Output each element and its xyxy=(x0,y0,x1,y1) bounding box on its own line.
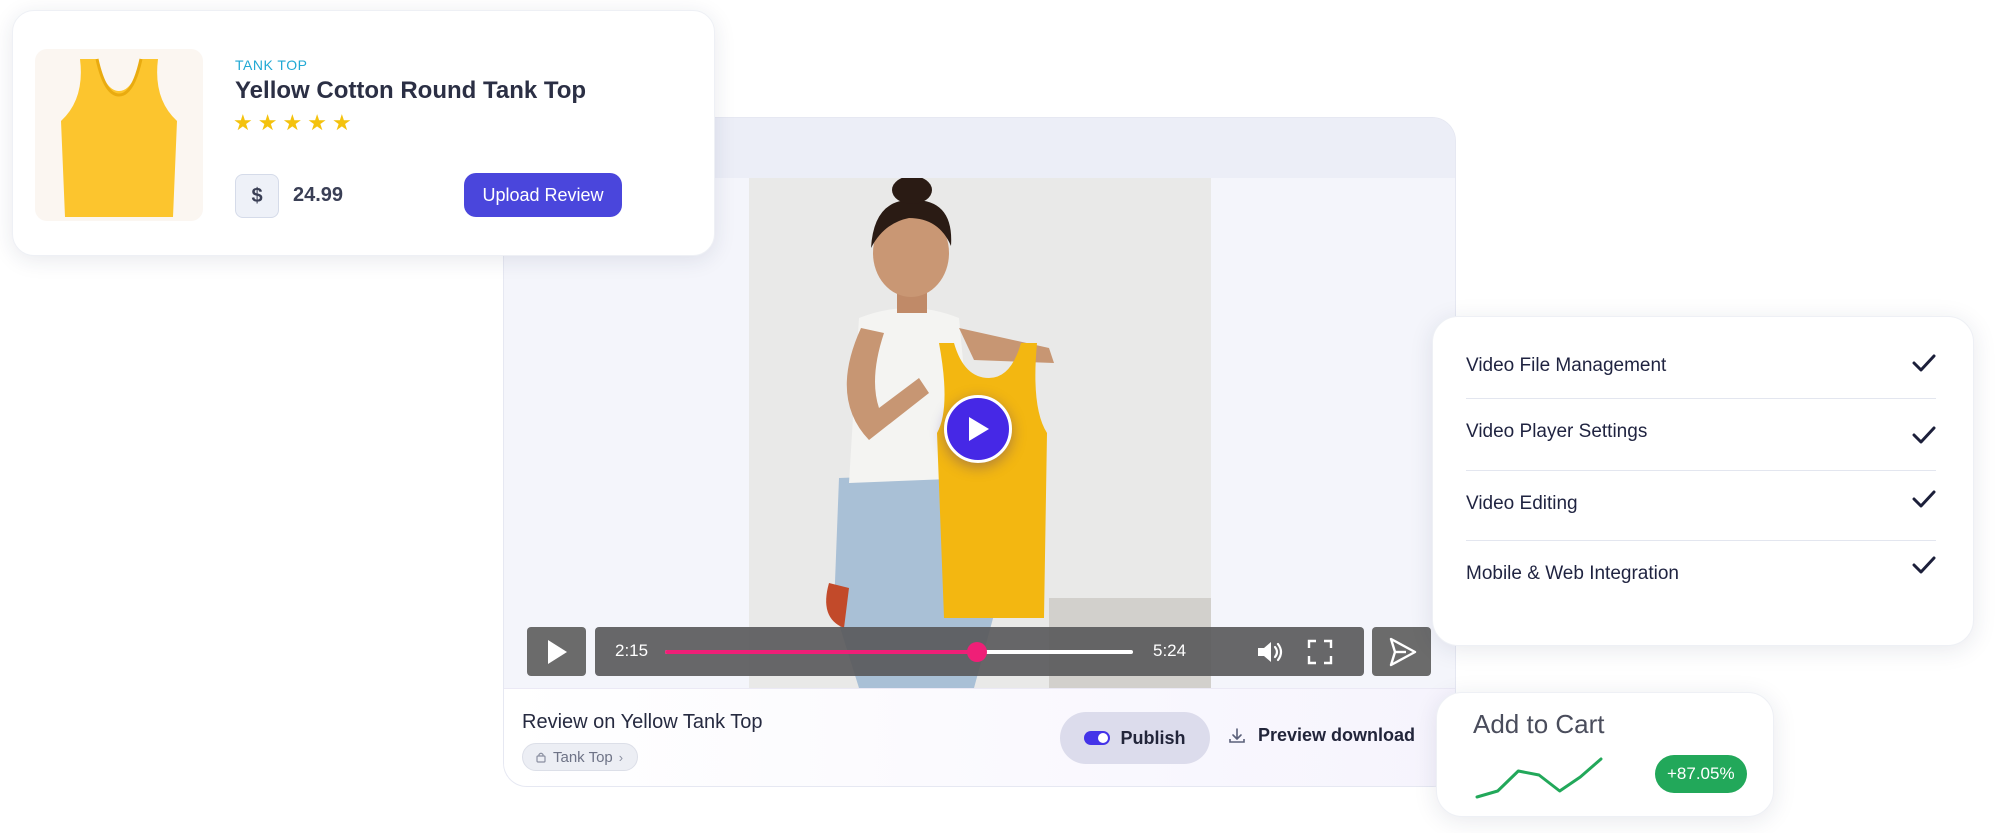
product-category: TANK TOP xyxy=(235,57,308,73)
play-icon xyxy=(969,417,989,441)
download-icon xyxy=(1229,727,1245,743)
star-icon: ★ xyxy=(257,110,278,135)
player-controls-bar: 2:15 5:24 xyxy=(595,627,1364,676)
video-title: Review on Yellow Tank Top xyxy=(522,711,763,733)
progress-handle[interactable] xyxy=(966,642,987,662)
star-icon: ★ xyxy=(282,110,303,135)
product-image[interactable] xyxy=(35,49,203,221)
feature-label: Mobile & Web Integration xyxy=(1466,563,1679,584)
product-price: 24.99 xyxy=(293,184,344,206)
feature-item: Mobile & Web Integration xyxy=(1466,541,1936,611)
duration-time: 5:24 xyxy=(1153,641,1187,660)
checkmark-icon xyxy=(1912,354,1936,372)
feature-label: Video File Management xyxy=(1466,355,1667,376)
tag-chip[interactable]: Tank Top › xyxy=(522,743,639,771)
progress-fill xyxy=(665,650,977,654)
play-video-button[interactable] xyxy=(944,395,1012,463)
feature-label: Video Player Settings xyxy=(1466,421,1648,442)
star-icon: ★ xyxy=(233,110,253,135)
feature-item: Video Player Settings xyxy=(1466,399,1936,471)
tag-label: Tank Top xyxy=(553,748,613,766)
volume-button[interactable] xyxy=(1255,639,1285,670)
star-icon: ★ xyxy=(331,110,352,135)
send-icon xyxy=(1389,637,1416,666)
chevron-right-icon: › xyxy=(618,749,624,765)
volume-icon xyxy=(1258,642,1283,662)
fullscreen-button[interactable] xyxy=(1307,639,1333,670)
preview-download-button[interactable]: Preview download xyxy=(1228,725,1415,746)
feature-label: Video Editing xyxy=(1466,493,1578,514)
trend-sparkline xyxy=(1475,757,1603,799)
publish-toggle-button[interactable]: Publish xyxy=(1060,712,1210,764)
share-button[interactable] xyxy=(1372,627,1431,676)
lock-icon xyxy=(536,752,546,763)
video-info-bar: Review on Yellow Tank Top Tank Top › Pub… xyxy=(504,688,1455,786)
star-icon: ★ xyxy=(307,110,327,135)
currency-badge: $ xyxy=(235,174,279,218)
add-to-cart-card: Add to Cart +87.05% xyxy=(1436,692,1774,817)
checkmark-icon xyxy=(1912,556,1936,574)
play-icon xyxy=(547,639,567,664)
upload-review-button[interactable]: Upload Review xyxy=(464,173,622,217)
progress-slider[interactable] xyxy=(665,642,1133,662)
tank-top-icon xyxy=(61,58,177,217)
publish-label: Publish xyxy=(1120,727,1186,748)
preview-download-label: Preview download xyxy=(1258,725,1416,745)
current-time: 2:15 xyxy=(615,641,649,660)
feature-item: Video File Management xyxy=(1466,339,1936,399)
star-rating: ★ ★ ★ ★ ★ xyxy=(233,112,352,134)
growth-badge: +87.05% xyxy=(1655,755,1747,793)
product-card: TANK TOP Yellow Cotton Round Tank Top ★ … xyxy=(12,10,715,256)
feature-item: Video Editing xyxy=(1466,471,1936,541)
toggle-switch-icon xyxy=(1084,731,1111,745)
features-card: Video File Management Video Player Setti… xyxy=(1432,316,1974,646)
cart-title: Add to Cart xyxy=(1473,709,1605,739)
checkmark-icon xyxy=(1912,426,1936,444)
player-play-button[interactable] xyxy=(527,627,586,676)
checkmark-icon xyxy=(1912,490,1936,508)
product-name: Yellow Cotton Round Tank Top xyxy=(235,77,587,104)
fullscreen-icon xyxy=(1307,639,1333,665)
